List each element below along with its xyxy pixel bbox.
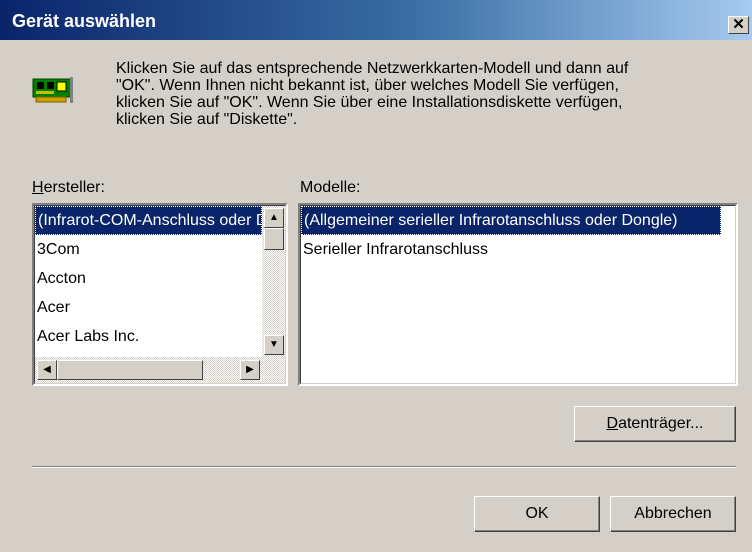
disk-button-label: atenträger... [618, 415, 704, 432]
instruction-line: Klicken Sie auf das entsprechende Netzwe… [116, 60, 629, 77]
scroll-left-button[interactable]: ◀ [37, 360, 57, 380]
network-card-icon [32, 77, 73, 103]
manufacturer-list[interactable]: (Infrarot-COM-Anschluss oder Dongle) 3Co… [32, 203, 288, 386]
list-item[interactable]: (Allgemeiner serieller Infrarotanschluss… [301, 206, 721, 235]
scroll-down-button[interactable]: ▼ [264, 335, 284, 355]
vertical-scroll-thumb[interactable] [264, 228, 284, 250]
disk-button-hotkey: D [606, 415, 619, 432]
models-list[interactable]: (Allgemeiner serieller Infrarotanschluss… [298, 203, 738, 386]
scroll-up-button[interactable]: ▲ [264, 208, 284, 228]
separator [32, 466, 736, 468]
disk-button[interactable]: Datenträger... [574, 406, 736, 442]
manufacturer-label-text: ersteller: [43, 179, 105, 196]
cancel-button[interactable]: Abbrechen [610, 496, 736, 532]
instruction-line: klicken Sie auf "Diskette". [116, 111, 298, 128]
instruction-text: Klicken Sie auf das entsprechende Netzwe… [116, 60, 716, 128]
list-item[interactable]: Accton [35, 264, 262, 293]
instruction-line: "OK". Wenn Ihnen nicht bekannt ist, über… [116, 77, 619, 94]
models-label: Modelle: [300, 179, 361, 196]
manufacturer-label: Hersteller: [32, 179, 105, 197]
list-item[interactable]: Serieller Infrarotanschluss [301, 235, 735, 264]
list-item[interactable]: Acer [35, 293, 262, 322]
manufacturer-label-hotkey: H [32, 179, 44, 196]
close-button[interactable]: ✕ [728, 16, 749, 34]
list-item[interactable]: 3Com [35, 235, 262, 264]
scroll-right-button[interactable]: ▶ [240, 360, 260, 380]
ok-button[interactable]: OK [474, 496, 600, 532]
title-bar[interactable]: Gerät auswählen ✕ [0, 0, 752, 40]
list-item[interactable]: Acer Labs Inc. [35, 322, 262, 351]
instruction-line: klicken Sie auf "OK". Wenn Sie über eine… [116, 94, 623, 111]
close-icon: ✕ [732, 16, 745, 33]
list-item[interactable]: (Infrarot-COM-Anschluss oder Dongle) [35, 206, 262, 235]
window-title: Gerät auswählen [12, 11, 157, 31]
horizontal-scroll-thumb[interactable] [57, 360, 203, 380]
